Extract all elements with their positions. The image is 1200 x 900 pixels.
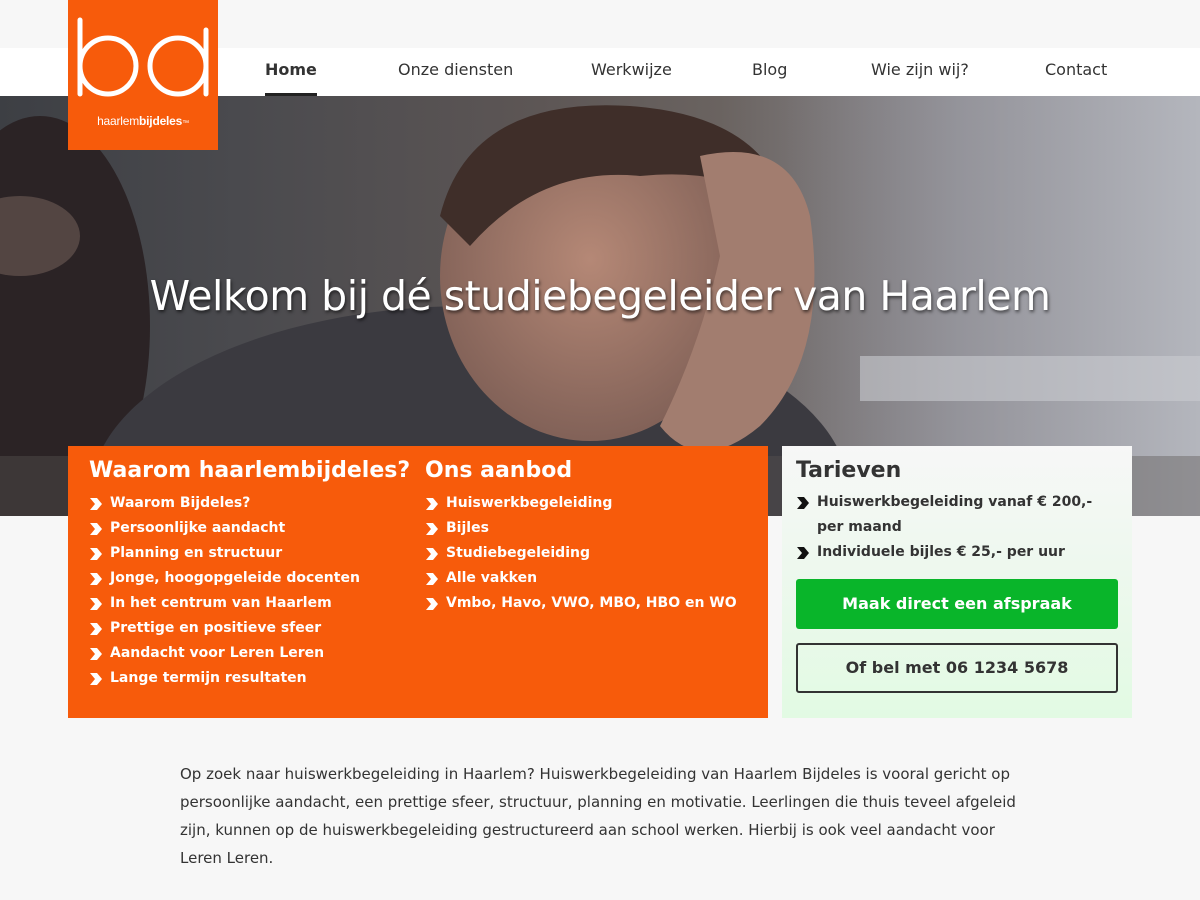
arrow-bullet-icon [426,498,438,510]
why-heading: Waarom haarlembijdeles? [89,458,411,483]
arrow-bullet-icon [426,548,438,560]
why-list: Waarom Bijdeles? Persoonlijke aandacht P… [89,491,410,691]
arrow-bullet-icon [90,573,102,585]
logo-tagline: haarlembijdeles™ [97,114,189,128]
arrow-bullet-icon [90,598,102,610]
intro-paragraph: Op zoek naar huiswerkbegeleiding in Haar… [180,765,1016,867]
list-item: Persoonlijke aandacht [89,516,410,541]
offer-heading: Ons aanbod [425,458,573,483]
arrow-bullet-icon [426,523,438,535]
arrow-bullet-icon [90,673,102,685]
offer-list: Huiswerkbegeleiding Bijles Studiebegelei… [425,491,737,616]
main-navigation: Home Onze diensten Werkwijze Blog Wie zi… [240,48,1140,96]
hero-title: Welkom bij dé studiebegeleider van Haarl… [149,272,1051,320]
rates-panel: Tarieven Huiswerkbegeleiding vanaf € 200… [782,446,1132,718]
list-item: Waarom Bijdeles? [89,491,410,516]
list-item: Bijles [425,516,737,541]
list-item: Individuele bijles € 25,- per uur [796,540,1116,565]
arrow-bullet-icon [90,648,102,660]
logo-bd-mark [77,17,209,97]
nav-wie-zijn-wij[interactable]: Wie zijn wij? [871,48,969,96]
rates-list: Huiswerkbegeleiding vanaf € 200,- per ma… [796,490,1116,565]
arrow-bullet-icon [797,497,809,509]
list-item: Studiebegeleiding [425,541,737,566]
nav-blog[interactable]: Blog [752,48,787,96]
list-item: Alle vakken [425,566,737,591]
arrow-bullet-icon [797,547,809,559]
list-item: Vmbo, Havo, VWO, MBO, HBO en WO [425,591,737,616]
rates-heading: Tarieven [796,458,902,483]
arrow-bullet-icon [426,573,438,585]
arrow-bullet-icon [426,598,438,610]
arrow-bullet-icon [90,623,102,635]
list-item: Huiswerkbegeleiding [425,491,737,516]
make-appointment-button[interactable]: Maak direct een afspraak [796,579,1118,629]
list-item: Huiswerkbegeleiding vanaf € 200,- per ma… [796,490,1116,540]
offer-column: Ons aanbod Huiswerkbegeleiding Bijles St… [425,458,737,616]
arrow-bullet-icon [90,523,102,535]
site-logo[interactable]: haarlembijdeles™ [68,0,218,150]
list-item: Prettige en positieve sfeer [89,616,410,641]
list-item: Aandacht voor Leren Leren [89,641,410,666]
nav-home[interactable]: Home [265,48,317,96]
call-button[interactable]: Of bel met 06 1234 5678 [796,643,1118,693]
list-item: Jonge, hoogopgeleide docenten [89,566,410,591]
arrow-bullet-icon [90,498,102,510]
arrow-bullet-icon [90,548,102,560]
why-column: Waarom haarlembijdeles? Waarom Bijdeles?… [89,458,410,691]
list-item: Planning en structuur [89,541,410,566]
list-item: In het centrum van Haarlem [89,591,410,616]
nav-contact[interactable]: Contact [1045,48,1107,96]
list-item: Lange termijn resultaten [89,666,410,691]
nav-werkwijze[interactable]: Werkwijze [591,48,672,96]
nav-onze-diensten[interactable]: Onze diensten [398,48,513,96]
features-panel: Waarom haarlembijdeles? Waarom Bijdeles?… [68,446,768,718]
